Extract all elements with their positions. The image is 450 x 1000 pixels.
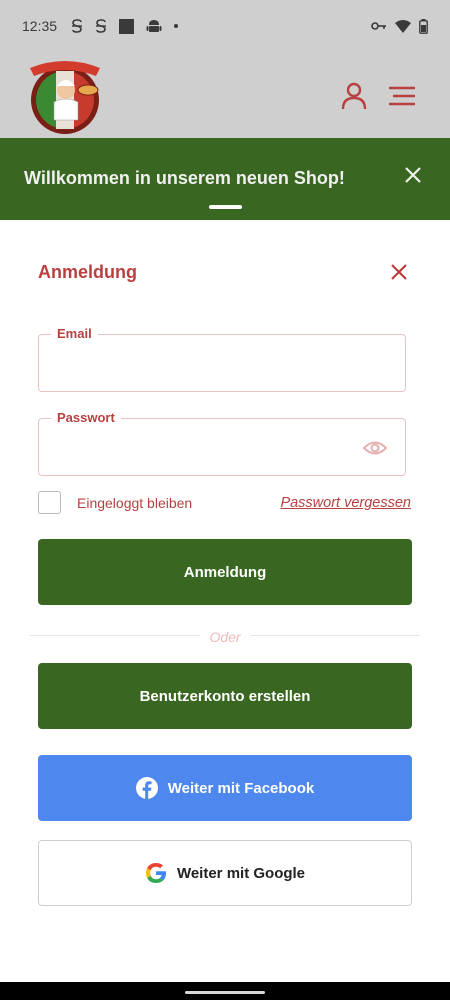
google-login-label: Weiter mit Google [176, 864, 306, 882]
google-login-button[interactable]: Weiter mit Google [38, 840, 412, 906]
eye-icon[interactable] [363, 437, 387, 459]
home-gesture-pill[interactable] [185, 991, 265, 994]
create-account-label: Benutzerkonto erstellen [139, 687, 311, 705]
battery-icon [419, 18, 428, 34]
status-time: 12:35 [22, 18, 58, 34]
login-sheet: Anmeldung Email Passwort Eingeloggt blei… [0, 220, 450, 982]
notification-icons [71, 18, 179, 34]
facebook-login-label: Weiter mit Facebook [167, 779, 315, 797]
square-icon [119, 18, 135, 34]
email-label: Email [51, 326, 98, 341]
s-icon [96, 19, 107, 33]
remember-label: Eingeloggt bleiben [77, 494, 193, 511]
sheet-title: Anmeldung [38, 262, 137, 282]
close-icon[interactable] [404, 166, 422, 184]
password-input[interactable] [53, 435, 353, 461]
system-icons [371, 18, 428, 34]
status-bar: 12:35 [0, 0, 450, 52]
create-account-button[interactable]: Benutzerkonto erstellen [38, 663, 412, 729]
remember-me[interactable]: Eingeloggt bleiben [38, 491, 192, 514]
forgot-password-link[interactable]: Passwort vergessen [280, 495, 411, 511]
password-field[interactable]: Passwort [38, 410, 406, 476]
user-icon[interactable] [340, 82, 368, 110]
email-field[interactable]: Email [38, 326, 406, 392]
google-icon [145, 863, 166, 883]
facebook-icon [135, 777, 158, 799]
divider-label: Oder [199, 629, 251, 645]
password-label: Passwort [51, 410, 121, 425]
logo-icon[interactable] [26, 56, 104, 136]
dot-icon [174, 24, 179, 28]
login-button-label: Anmeldung [183, 563, 267, 581]
wifi-icon [395, 19, 411, 33]
key-icon [371, 22, 386, 30]
hamburger-menu-icon[interactable] [389, 85, 415, 107]
s-icon [72, 19, 83, 33]
email-input[interactable] [53, 351, 353, 377]
welcome-text: Willkommen in unserem neuen Shop! [24, 168, 345, 188]
remember-checkbox[interactable] [38, 491, 61, 514]
login-button[interactable]: Anmeldung [38, 539, 412, 605]
site-header [0, 52, 450, 138]
close-icon[interactable] [391, 264, 407, 280]
android-icon [146, 20, 162, 32]
facebook-login-button[interactable]: Weiter mit Facebook [38, 755, 412, 821]
drag-handle[interactable] [209, 205, 242, 209]
